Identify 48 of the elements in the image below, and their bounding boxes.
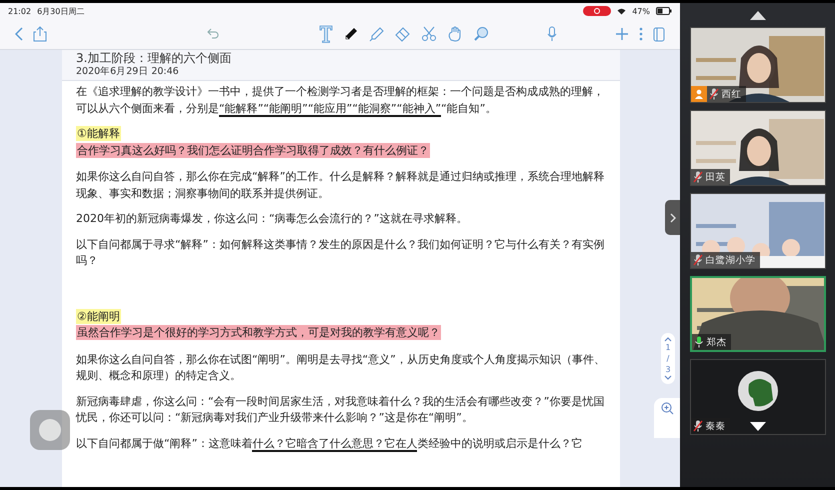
status-time: 21:02 bbox=[8, 6, 32, 16]
highlighted-question: 虽然合作学习是个很好的学习方式和教学方式，可是对我的教学有意义呢？ bbox=[76, 325, 441, 340]
current-page: 1 bbox=[665, 342, 671, 353]
chevron-right-icon bbox=[670, 212, 676, 222]
zoom-in-icon bbox=[660, 402, 674, 415]
paragraph: 如果你这么自问自答，那么你在完成“解释”的工作。什么是解释？解释就是通过归纳或推理，系统合理地解释现象、事实和数据；洞察事物间的联系并提供例证。 bbox=[76, 169, 606, 202]
battery-icon bbox=[656, 7, 672, 15]
participant-name: 白鹭湖小学 bbox=[706, 254, 756, 266]
muted-mic-icon bbox=[708, 88, 718, 100]
mic-icon bbox=[694, 336, 704, 348]
participant-tile[interactable]: 田英 bbox=[690, 110, 826, 186]
battery-percent: 47% bbox=[632, 6, 650, 16]
muted-mic-icon bbox=[692, 171, 702, 183]
paragraph: 2020年初的新冠病毒爆发，你这么问：“病毒怎么会流行的？”这就在寻求解释。 bbox=[76, 211, 468, 227]
page-up-button[interactable] bbox=[664, 336, 672, 342]
note-date: 2020年6月29日 20:46 bbox=[76, 66, 180, 78]
collapse-panel-button[interactable] bbox=[665, 200, 680, 235]
total-pages: 3 bbox=[665, 364, 671, 375]
participant-tile[interactable]: 白鹭湖小学 bbox=[690, 193, 826, 269]
avatar-icon bbox=[736, 370, 778, 412]
participant-tile[interactable]: 郑杰 bbox=[690, 276, 826, 352]
paragraph: 以下自问都属于寻求“解释”：如何解释这类事情？发生的原因是什么？我们如何证明？它与什么有关？有实例吗？ bbox=[76, 236, 606, 269]
participant-name: 秦秦 bbox=[706, 420, 726, 432]
participant-name: 田英 bbox=[706, 170, 726, 184]
assistive-touch-button[interactable] bbox=[30, 410, 70, 450]
participant-tile[interactable]: 秦秦 bbox=[690, 359, 826, 435]
section-heading: ①能解释 bbox=[76, 126, 121, 141]
zoom-in-button[interactable] bbox=[654, 398, 680, 438]
scroll-up-icon[interactable] bbox=[750, 11, 766, 20]
paragraph: 在《追求理解的教学设计》一书中，提供了一个检测学习者是否理解的框架：一个问题是否构成成熟的理解，可以从六个侧面来看，分别是“能解释”“能阐明”“能应用”“能洞察”“能神入”“能自知”。 bbox=[76, 84, 605, 117]
participant-name: 西红 bbox=[722, 88, 742, 100]
wifi-icon bbox=[617, 8, 626, 14]
status-date: 6月30日周二 bbox=[37, 6, 84, 16]
page-separator: / bbox=[666, 353, 670, 364]
participant-name: 郑杰 bbox=[706, 336, 726, 348]
paragraph: 新冠病毒肆虐，你这么问：“会有一段时间居家生活，对我意味着什么？我的生活会有哪些改变？”你要是忧国忧民，你还可以问：“新冠病毒对我们产业升级带来什么影响？”这是你在“阐明”。 bbox=[76, 394, 606, 426]
scroll-down-icon[interactable] bbox=[750, 422, 766, 431]
paragraph: 以下自问都属于做“阐释”：这意味着什么？它暗含了什么意思？它在人类经验中的说明或启示是什么？它 bbox=[76, 436, 584, 452]
section-heading: ②能阐明 bbox=[76, 308, 121, 324]
more-icon bbox=[639, 27, 643, 41]
note-title: 3.加工阶段：理解的六个侧面 bbox=[76, 51, 232, 66]
muted-mic-icon bbox=[692, 254, 702, 266]
muted-mic-icon bbox=[692, 420, 702, 432]
participant-tile[interactable]: 西红 bbox=[690, 27, 826, 103]
highlighted-question: 合作学习真这么好吗？我们怎么证明合作学习取得了成效？有什么例证？ bbox=[76, 142, 430, 158]
paragraph: 如果你这么自问自答，那么你在试图“阐明”。阐明是去寻找“意义”，从历史角度或个人角度揭示知识（事件、规则、概念和原理）的特定含义。 bbox=[76, 352, 606, 384]
page-down-button[interactable] bbox=[664, 375, 672, 381]
pen-icon bbox=[343, 26, 359, 42]
